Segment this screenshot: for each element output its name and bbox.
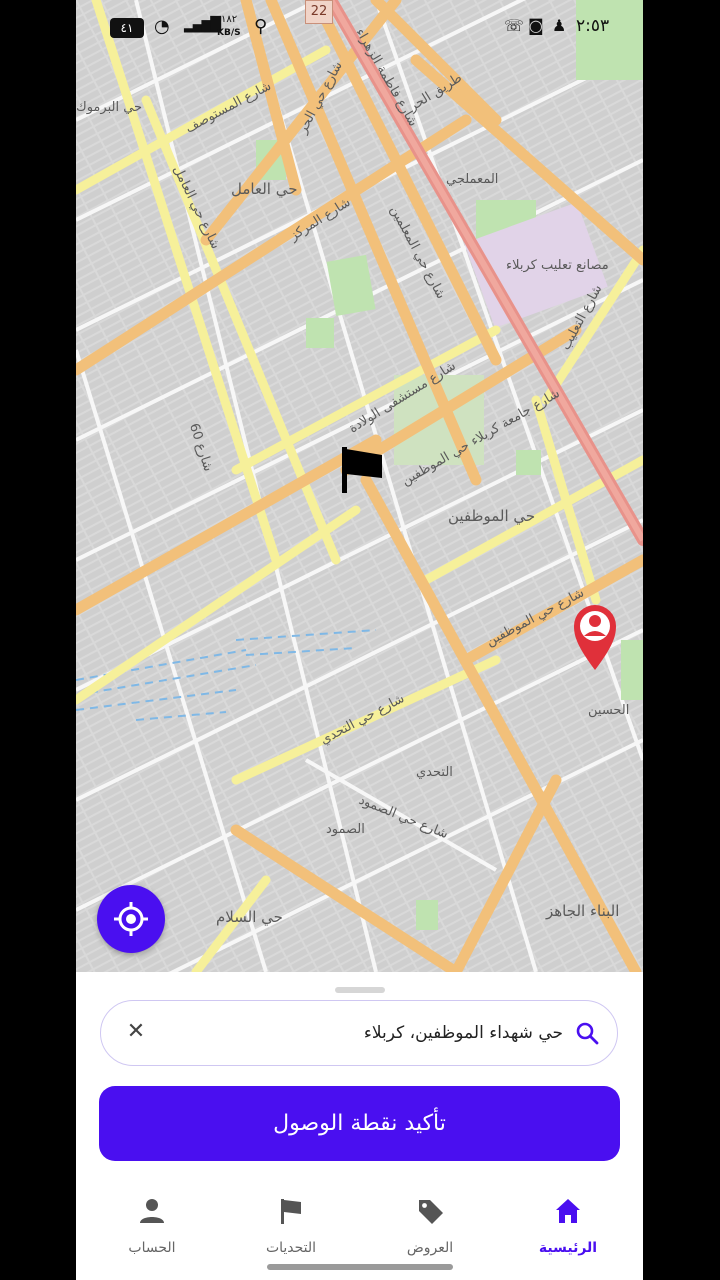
tab-home[interactable]: الرئيسية: [513, 1190, 623, 1260]
crosshair-icon: [114, 902, 148, 936]
tab-account-label: الحساب: [128, 1240, 176, 1256]
map-label: المعملجي: [446, 172, 499, 187]
tab-challenges[interactable]: التحديات: [236, 1190, 346, 1260]
tab-offers-label: العروض: [406, 1240, 454, 1256]
battery-indicator: ٤١: [110, 18, 144, 38]
call-forward-icon: ☏: [504, 16, 525, 35]
wifi-icon: ◔: [154, 16, 170, 37]
tab-challenges-label: التحديات: [265, 1240, 317, 1256]
system-home-indicator[interactable]: [267, 1264, 453, 1270]
map-label: حي الموظفين: [448, 507, 536, 525]
map-label: حي العامل: [231, 180, 298, 198]
bottom-navigation: الرئيسية العروض التحديات الحساب: [76, 1182, 643, 1262]
app-screen: 22 حي العامل شارع المستوصف شارع حي الحر …: [76, 0, 643, 1280]
tab-home-label: الرئيسية: [538, 1240, 598, 1256]
search-icon[interactable]: [575, 1021, 599, 1045]
map-view[interactable]: 22 حي العامل شارع المستوصف شارع حي الحر …: [76, 0, 643, 972]
network-speed-value: ١٨٢: [221, 14, 238, 25]
location-pin-icon: ⚲: [254, 16, 268, 37]
clear-icon[interactable]: ✕: [125, 1021, 147, 1043]
search-input[interactable]: حي شهداء الموظفين، كربلاء: [364, 1001, 563, 1065]
person-icon: [140, 1199, 164, 1223]
home-icon: [556, 1199, 580, 1223]
map-label: البناء الجاهز: [546, 902, 620, 920]
confirm-destination-button[interactable]: تأكيد نقطة الوصول: [99, 1086, 620, 1161]
bottom-sheet: حي شهداء الموظفين، كربلاء ✕ تأكيد نقطة ا…: [76, 972, 643, 1280]
signal-icon: ▂▄▆█: [184, 17, 221, 33]
status-bar: ٤١ ◔ ▂▄▆█ ١٨٢ KB/S ⚲ ☏ ◙ ♟ ٢:٥٣: [76, 0, 643, 60]
map-label: مصانع تعليب كربلاء: [506, 258, 609, 273]
tab-account[interactable]: الحساب: [97, 1190, 207, 1260]
tab-offers[interactable]: العروض: [375, 1190, 485, 1260]
network-speed-unit: KB/S: [217, 28, 241, 38]
app-notification-icon: ◙: [528, 16, 544, 35]
map-label: الصمود: [326, 822, 365, 837]
map-label: حي البرموك: [76, 100, 143, 115]
map-label: الحسين: [588, 703, 630, 718]
my-location-button[interactable]: [97, 885, 165, 953]
flag-icon: [281, 1199, 301, 1224]
snapchat-icon: ♟: [552, 16, 567, 35]
map-label: التحدي: [416, 765, 453, 780]
tag-icon: [419, 1200, 443, 1224]
drag-handle[interactable]: [335, 987, 385, 993]
map-label: حي السلام: [216, 908, 283, 926]
search-field[interactable]: حي شهداء الموظفين، كربلاء ✕: [100, 1000, 618, 1066]
clock-time: ٢:٥٣: [576, 16, 610, 36]
